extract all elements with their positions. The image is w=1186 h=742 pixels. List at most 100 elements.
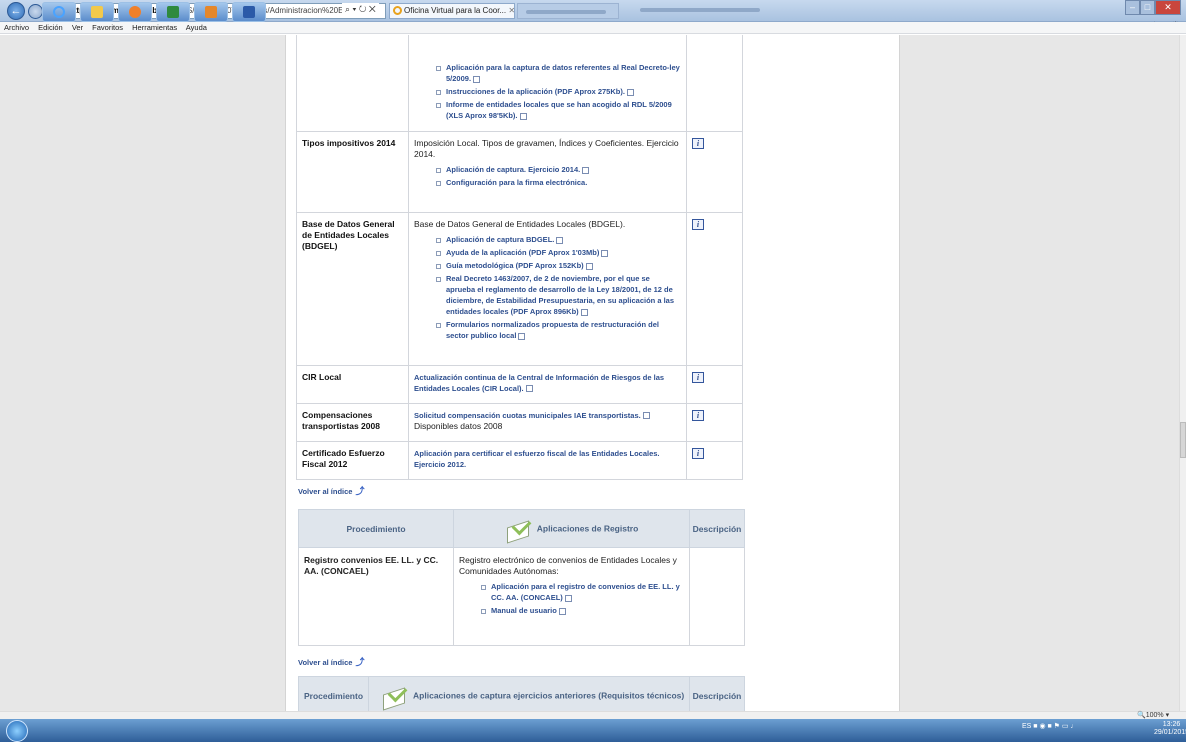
minimize-button[interactable]: – <box>1125 0 1140 15</box>
info-icon[interactable]: i <box>692 138 704 149</box>
info-icon[interactable]: i <box>692 372 704 383</box>
description-cell: Base de Datos General de Entidades Local… <box>408 212 687 366</box>
link-manual-usuario[interactable]: Manual de usuario <box>481 605 684 616</box>
taskbar-ie[interactable] <box>42 2 76 22</box>
link-text: Configuración para la firma electrónica. <box>446 178 588 187</box>
description-text: Imposición Local. Tipos de gravamen, Índ… <box>414 138 679 159</box>
taskbar-excel[interactable] <box>156 2 190 22</box>
info-cell: i <box>686 365 743 404</box>
zoom-text: 100% <box>1145 712 1164 719</box>
status-bar <box>0 711 1186 719</box>
header-aplicaciones-text: Aplicaciones de Registro <box>536 522 639 533</box>
system-tray[interactable]: ES ■ ◉ ■ ⚑ ▭ ♩ <box>1022 722 1077 730</box>
menu-archivo[interactable]: Archivo <box>4 23 29 32</box>
tab-oficina-virtual[interactable]: Oficina Virtual para la Coor... ✕ <box>389 3 515 19</box>
external-link-icon <box>585 262 593 270</box>
procedure-name: Tipos impositivos 2014 <box>296 131 409 213</box>
zoom-level[interactable]: 🔍100% ▾ <box>1137 711 1169 719</box>
menu-favoritos[interactable]: Favoritos <box>92 23 123 32</box>
link-guia-metodologica[interactable]: Guía metodológica (PDF Aprox 152Kb) <box>436 260 681 271</box>
link-text: Aplicación de captura BDGEL. <box>446 235 555 244</box>
table-header: Procedimiento Aplicaciones de captura ej… <box>298 676 745 711</box>
vertical-scrollbar[interactable] <box>1179 35 1186 711</box>
table-row: Base de Datos General de Entidades Local… <box>296 212 743 366</box>
taskbar-explorer[interactable] <box>80 2 114 22</box>
link-aplicacion-captura-2014[interactable]: Aplicación de captura. Ejercicio 2014. <box>436 164 681 175</box>
windows-taskbar <box>0 719 1186 742</box>
info-cell: i <box>686 403 743 442</box>
blurred-tab-title <box>526 10 606 14</box>
folder-icon <box>91 6 103 18</box>
taskbar-word[interactable] <box>232 2 266 22</box>
link-ayuda-aplicacion[interactable]: Ayuda de la aplicación (PDF Aprox 1'03Mb… <box>436 247 681 258</box>
link-text: Manual de usuario <box>491 606 557 615</box>
checkmark-icon <box>505 518 535 540</box>
tab-title: Oficina Virtual para la Coor... <box>404 6 507 15</box>
clock[interactable]: 13:26 29/01/2015 <box>1154 721 1186 737</box>
forward-button[interactable] <box>28 4 43 19</box>
info-icon[interactable]: i <box>692 448 704 459</box>
menu-herramientas[interactable]: Herramientas <box>132 23 177 32</box>
external-link-icon <box>558 607 566 615</box>
link-formularios[interactable]: Formularios normalizados propuesta de re… <box>436 319 681 341</box>
applications-table: Aplicación para la captura de datos refe… <box>296 35 743 480</box>
menu-bar: Archivo Edición Ver Favoritos Herramient… <box>0 22 1186 34</box>
menu-ayuda[interactable]: Ayuda <box>186 23 207 32</box>
header-descripcion: Descripción <box>689 676 745 711</box>
excel-icon <box>167 6 179 18</box>
link-captura-bdgel[interactable]: Aplicación de captura BDGEL. <box>436 234 681 245</box>
taskbar-media[interactable] <box>118 2 152 22</box>
description-cell: Imposición Local. Tipos de gravamen, Índ… <box>408 131 687 213</box>
external-link-icon <box>473 75 481 83</box>
info-cell: i <box>686 131 743 213</box>
media-player-icon <box>129 6 141 18</box>
link-text: Instrucciones de la aplicación (PDF Apro… <box>446 87 625 96</box>
table-row: Tipos impositivos 2014 Imposición Local.… <box>296 131 743 213</box>
back-button[interactable]: ← <box>7 2 25 20</box>
checkmark-icon <box>381 685 411 707</box>
link-text: Guía metodológica (PDF Aprox 152Kb) <box>446 261 584 270</box>
scrollbar-thumb[interactable] <box>1180 422 1186 458</box>
volver-text: Volver al índice <box>298 487 353 496</box>
link-configuracion-firma[interactable]: Configuración para la firma electrónica. <box>436 177 681 188</box>
link-cir-local[interactable]: Actualización continua de la Central de … <box>414 373 664 393</box>
language-indicator[interactable]: ES <box>1022 723 1031 730</box>
link-text: Aplicación para el registro de convenios… <box>491 582 680 602</box>
volver-text: Volver al índice <box>298 658 353 667</box>
procedure-name: Compensaciones transportistas 2008 <box>296 403 409 442</box>
table-row: Registro convenios EE. LL. y CC. AA. (CO… <box>298 547 745 646</box>
link-text: Formularios normalizados propuesta de re… <box>446 320 659 340</box>
link-rdl-capture[interactable]: Aplicación para la captura de datos refe… <box>436 62 681 84</box>
tab-blurred[interactable] <box>517 3 619 19</box>
header-procedimiento: Procedimiento <box>298 676 369 711</box>
external-link-icon <box>642 412 650 420</box>
captura-anteriores-table: Procedimiento Aplicaciones de captura ej… <box>298 676 745 711</box>
link-real-decreto[interactable]: Real Decreto 1463/2007, de 2 de noviembr… <box>436 273 681 317</box>
address-controls[interactable]: ⌕ ▾ ↻ ✕ <box>342 3 379 16</box>
taskbar-outlook[interactable] <box>194 2 228 22</box>
maximize-button[interactable]: □ <box>1140 0 1155 15</box>
link-compensacion-iae[interactable]: Solicitud compensación cuotas municipale… <box>414 411 641 420</box>
table-row: Compensaciones transportistas 2008 Solic… <box>296 403 743 442</box>
external-link-icon <box>519 112 527 120</box>
tab-close-icon[interactable]: ✕ <box>508 6 514 15</box>
volver-al-indice-link[interactable]: Volver al índice ⤴ <box>298 484 364 497</box>
link-registro-concael[interactable]: Aplicación para el registro de convenios… <box>481 581 684 603</box>
link-instrucciones[interactable]: Instrucciones de la aplicación (PDF Apro… <box>436 86 681 97</box>
menu-ver[interactable]: Ver <box>72 23 83 32</box>
up-arrow-icon: ⤴ <box>355 657 365 667</box>
close-window-button[interactable]: ✕ <box>1155 0 1181 15</box>
link-esfuerzo-fiscal[interactable]: Aplicación para certificar el esfuerzo f… <box>414 449 660 469</box>
info-icon[interactable]: i <box>692 219 704 230</box>
link-informe-xls[interactable]: Informe de entidades locales que se han … <box>436 99 681 121</box>
header-descripcion: Descripción <box>689 509 745 548</box>
menu-edicion[interactable]: Edición <box>38 23 63 32</box>
up-arrow-icon: ⤴ <box>355 486 365 496</box>
info-icon[interactable]: i <box>692 410 704 421</box>
info-cell: i <box>686 441 743 480</box>
description-cell: Aplicación para certificar el esfuerzo f… <box>408 441 687 480</box>
procedure-name: Registro convenios EE. LL. y CC. AA. (CO… <box>298 547 454 646</box>
description-text: Registro electrónico de convenios de Ent… <box>459 555 677 576</box>
start-button[interactable] <box>6 720 28 742</box>
volver-al-indice-link[interactable]: Volver al índice ⤴ <box>298 655 364 668</box>
